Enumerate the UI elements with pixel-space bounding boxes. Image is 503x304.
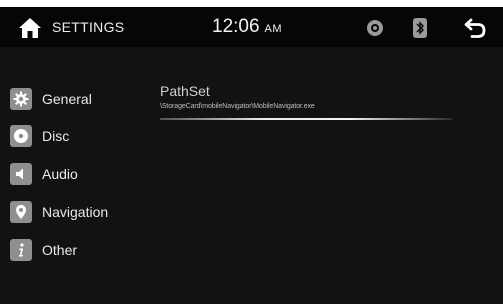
home-icon[interactable]: [18, 17, 42, 39]
clock-time: 12:06: [212, 16, 260, 37]
sidebar-item-label: Other: [42, 242, 78, 258]
sidebar-item-label: Disc: [42, 128, 70, 144]
gear-icon: [10, 88, 32, 110]
sidebar-item-general[interactable]: General: [10, 85, 150, 113]
speaker-icon: [10, 163, 32, 185]
sidebar-item-label: Audio: [42, 166, 78, 182]
disc-icon: [10, 125, 32, 147]
sidebar-item-audio[interactable]: Audio: [10, 160, 150, 188]
back-arrow-icon[interactable]: [463, 17, 487, 39]
sidebar-item-label: Navigation: [42, 204, 109, 220]
status-bar: SETTINGS 12:06 AM: [0, 7, 503, 47]
sidebar-item-other[interactable]: Other: [10, 236, 150, 264]
disc-icon: [367, 20, 383, 36]
sidebar-item-navigation[interactable]: Navigation: [10, 198, 150, 226]
setting-underline: [160, 118, 452, 120]
settings-screen: SETTINGS 12:06 AM General Disc Audio Nav…: [0, 7, 503, 304]
sidebar-item-label: General: [42, 91, 92, 107]
location-pin-icon: [10, 201, 32, 223]
clock: 12:06 AM: [212, 16, 282, 38]
page-title: SETTINGS: [52, 19, 125, 35]
info-icon: [10, 239, 32, 261]
bluetooth-icon: [413, 18, 427, 38]
setting-value: \StorageCard\mobileNavigator\MobileNavig…: [160, 103, 315, 110]
clock-ampm: AM: [264, 23, 283, 35]
setting-title: PathSet: [160, 83, 210, 99]
sidebar-item-disc[interactable]: Disc: [10, 122, 150, 150]
